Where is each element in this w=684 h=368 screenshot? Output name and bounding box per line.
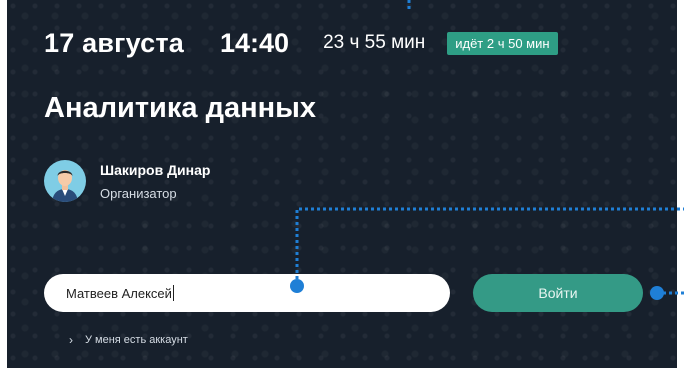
- organizer-name: Шакиров Динар: [100, 161, 211, 178]
- have-account-link[interactable]: › У меня есть аккаунт: [69, 333, 188, 347]
- have-account-label: У меня есть аккаунт: [85, 334, 188, 346]
- name-input-value: Матвеев Алексей: [66, 285, 172, 301]
- event-duration: 23 ч 55 мин: [323, 32, 426, 53]
- event-panel: 17 августа 14:40 23 ч 55 мин идёт 2 ч 50…: [7, 0, 677, 368]
- person-avatar-icon: [52, 170, 78, 202]
- login-button[interactable]: Войти: [473, 274, 643, 312]
- event-time: 14:40: [220, 27, 290, 58]
- avatar: [44, 160, 86, 202]
- page-title: Аналитика данных: [44, 92, 317, 124]
- event-header-row: 17 августа 14:40 23 ч 55 мин идёт 2 ч 50…: [44, 24, 558, 62]
- status-badge: идёт 2 ч 50 мин: [447, 31, 558, 55]
- chevron-right-icon: ›: [69, 333, 73, 347]
- event-date: 17 августа: [44, 27, 184, 58]
- name-input[interactable]: Матвеев Алексей: [44, 274, 450, 312]
- text-caret: [172, 285, 174, 301]
- organizer-block: Шакиров Динар Организатор: [44, 160, 210, 202]
- organizer-role: Организатор: [100, 185, 177, 201]
